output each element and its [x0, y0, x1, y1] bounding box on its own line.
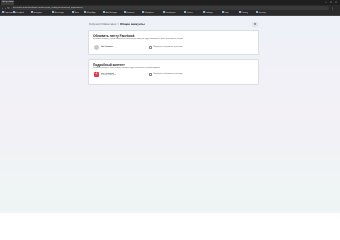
checkbox-label: Подобрать отображение и рекламу: [153, 73, 183, 76]
checkbox-label: Подобрать отображение и рекламу: [153, 46, 183, 49]
feed-sharing-card: Обновить ленту Facebook Вы можете выбрат…: [88, 30, 259, 55]
address-bar[interactable]: accountscenter.facebook.com/account_sett…: [11, 6, 329, 10]
sharing-checkbox[interactable]: [149, 73, 152, 76]
sharing-checkbox[interactable]: [149, 46, 152, 49]
account-row[interactable]: ◎ user_instagram В Центре аккаунтов Подо…: [93, 71, 256, 79]
settings-icon[interactable]: ⚙: [252, 22, 258, 27]
breadcrumb-current: Общие аккаунты: [119, 22, 145, 26]
breadcrumb: Központi fiókkezelés > Общие аккаунты: [89, 22, 145, 26]
accounts-center-page: Központi fiókkezelés > Общие аккаунты ⚙ …: [0, 16, 340, 213]
account-subtitle: В Центре аккаунтов: [101, 75, 116, 76]
detailed-content-card: Подробный контент Вы можете выбрать, как…: [88, 59, 259, 85]
breadcrumb-parent[interactable]: Központi fiókkezelés: [89, 22, 116, 26]
instagram-avatar: ◎: [94, 72, 99, 77]
card-description: Вы можете выбрать, в каких аккаунтах из …: [93, 38, 184, 40]
profile-avatar: [94, 45, 99, 50]
breadcrumb-separator: >: [117, 22, 119, 26]
account-name: Имя Фамилия: [101, 45, 114, 48]
account-row[interactable]: Имя Фамилия Подобрать отображение и рекл…: [93, 44, 256, 52]
card-description: Вы можете выбрать, какие аккаунты Instag…: [93, 67, 161, 69]
